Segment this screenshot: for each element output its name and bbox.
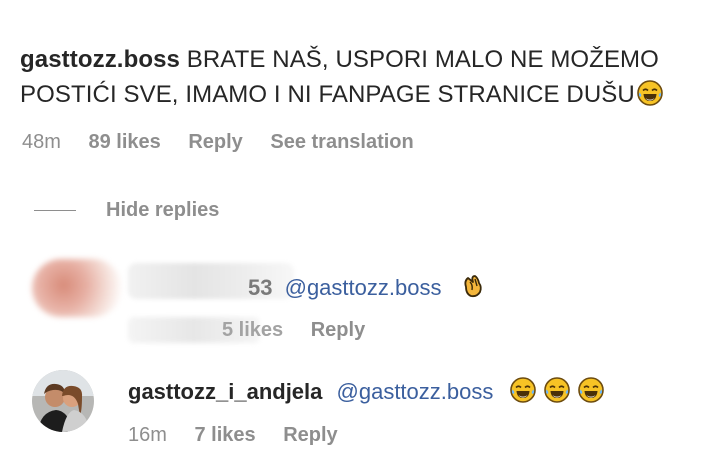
comment-likes[interactable]: 89 likes: [88, 131, 160, 153]
mention-link[interactable]: @gasttozz.boss: [337, 379, 494, 404]
avatar-photo: [32, 370, 94, 432]
laughing-tears-icon: [509, 377, 536, 403]
laughing-tears-icon: [543, 377, 570, 403]
reply-2-likes[interactable]: 7 likes: [194, 424, 255, 446]
clapping-hands-icon: [464, 275, 482, 298]
reply-1-reply-button[interactable]: Reply: [311, 319, 365, 341]
reply-2-meta: 16m 7 likes Reply: [128, 424, 360, 447]
avatar[interactable]: [32, 259, 122, 317]
username-suffix: 53: [248, 275, 273, 300]
reply-2-time: 16m: [128, 424, 167, 446]
laughing-tears-icon: [577, 377, 604, 403]
hide-replies-toggle[interactable]: Hide replies: [34, 197, 219, 223]
comment-text-line2: POSTIĆI SVE, IMAMO I NI FANPAGE STRANICE…: [20, 81, 635, 108]
see-translation-button[interactable]: See translation: [270, 131, 413, 153]
comment-text-line1: BRATE NAŠ, USPORI MALO NE MOŽEMO: [186, 46, 659, 73]
reply-2-username[interactable]: gasttozz_i_andjela: [128, 379, 322, 404]
comment-time: 48m: [22, 131, 61, 153]
mention-link[interactable]: @gasttozz.boss: [285, 275, 442, 300]
avatar[interactable]: [32, 370, 94, 432]
reply-1-meta: 5 likes Reply: [222, 319, 387, 342]
laughing-tears-icon: [637, 80, 663, 106]
reply-2: gasttozz_i_andjela @gasttozz.boss 16m 7 …: [32, 366, 692, 451]
reply-1-text: 53 @gasttozz.boss: [248, 273, 486, 301]
divider-line: [34, 209, 76, 211]
comment-body: gasttozz.boss BRATE NAŠ, USPORI MALO NE …: [20, 42, 700, 112]
reply-2-text: gasttozz_i_andjela @gasttozz.boss: [128, 377, 604, 405]
main-comment: gasttozz.boss BRATE NAŠ, USPORI MALO NE …: [20, 42, 700, 112]
reply-1-likes[interactable]: 5 likes: [222, 319, 283, 341]
comment-reply-button[interactable]: Reply: [188, 131, 242, 153]
reply-2-reply-button[interactable]: Reply: [283, 424, 337, 446]
comment-meta: 48m 89 likes Reply See translation: [22, 131, 436, 154]
reply-1: 53 @gasttozz.boss 5 likes Reply: [32, 255, 692, 350]
comment-username[interactable]: gasttozz.boss: [20, 46, 180, 73]
hide-replies-label: Hide replies: [106, 198, 220, 221]
